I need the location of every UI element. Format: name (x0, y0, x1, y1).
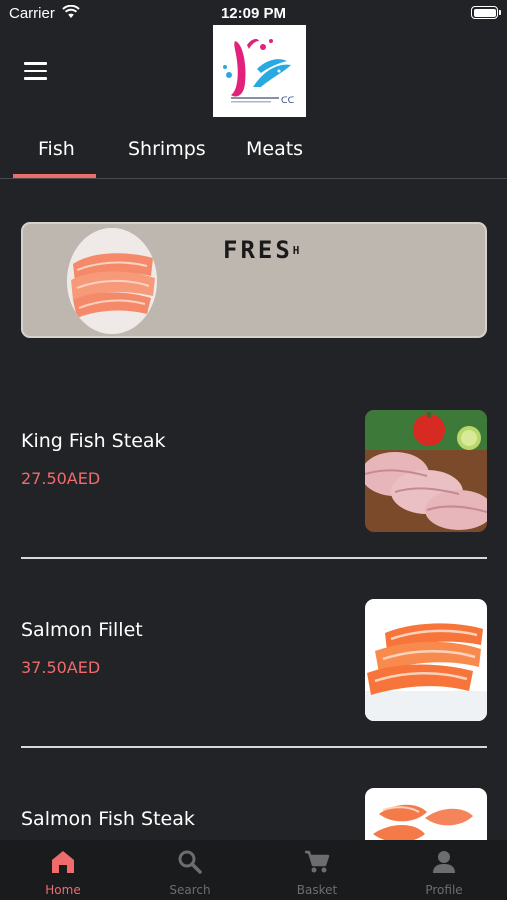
divider (21, 557, 487, 559)
product-image (365, 599, 487, 721)
product-image (365, 788, 487, 840)
bottom-navigation: Home Search Basket Profile (0, 840, 507, 900)
product-card-salmon-fillet[interactable]: Salmon Fillet 37.50AED (0, 589, 507, 779)
product-name: Salmon Fish Steak (21, 808, 195, 830)
product-price: 37.50AED (21, 658, 101, 677)
category-tabs: Fish Shrimps Meats (0, 126, 507, 179)
nav-search[interactable]: Search (127, 840, 253, 900)
product-price: 27.50AED (21, 469, 101, 488)
product-card-salmon-fish-steak[interactable]: Salmon Fish Steak (0, 778, 507, 840)
nav-profile[interactable]: Profile (381, 840, 507, 900)
banner-title-suffix: H (292, 244, 300, 257)
person-icon (433, 851, 455, 873)
nav-label: Home (45, 883, 81, 897)
fish-logo-icon: ᑕᑕ (223, 38, 295, 106)
nav-basket[interactable]: Basket (254, 840, 380, 900)
tab-meats[interactable]: Meats (246, 138, 303, 160)
nav-home[interactable]: Home (0, 840, 126, 900)
brand-logo: ᑕᑕ (213, 25, 306, 117)
svg-text:ᑕᑕ: ᑕᑕ (281, 96, 295, 106)
menu-button[interactable] (24, 62, 47, 80)
nav-label: Search (169, 883, 211, 897)
home-icon (52, 851, 74, 873)
promo-banner[interactable]: FRESH (21, 222, 487, 338)
tab-shrimps[interactable]: Shrimps (128, 138, 206, 160)
search-icon (178, 850, 202, 874)
tab-fish[interactable]: Fish (38, 138, 75, 160)
divider (21, 746, 487, 748)
cart-icon (305, 850, 330, 873)
status-bar: Carrier 12:09 PM (0, 0, 507, 28)
product-card-king-fish-steak[interactable]: King Fish Steak 27.50AED (0, 400, 507, 590)
salmon-banner-image (67, 228, 157, 334)
product-name: King Fish Steak (21, 430, 166, 452)
clock: 12:09 PM (220, 5, 287, 22)
product-name: Salmon Fillet (21, 619, 143, 641)
product-image (365, 410, 487, 532)
nav-label: Basket (296, 883, 338, 897)
active-tab-indicator (13, 174, 96, 178)
battery-icon (471, 6, 501, 19)
banner-title: FRESH (223, 236, 300, 264)
nav-label: Profile (425, 883, 463, 897)
